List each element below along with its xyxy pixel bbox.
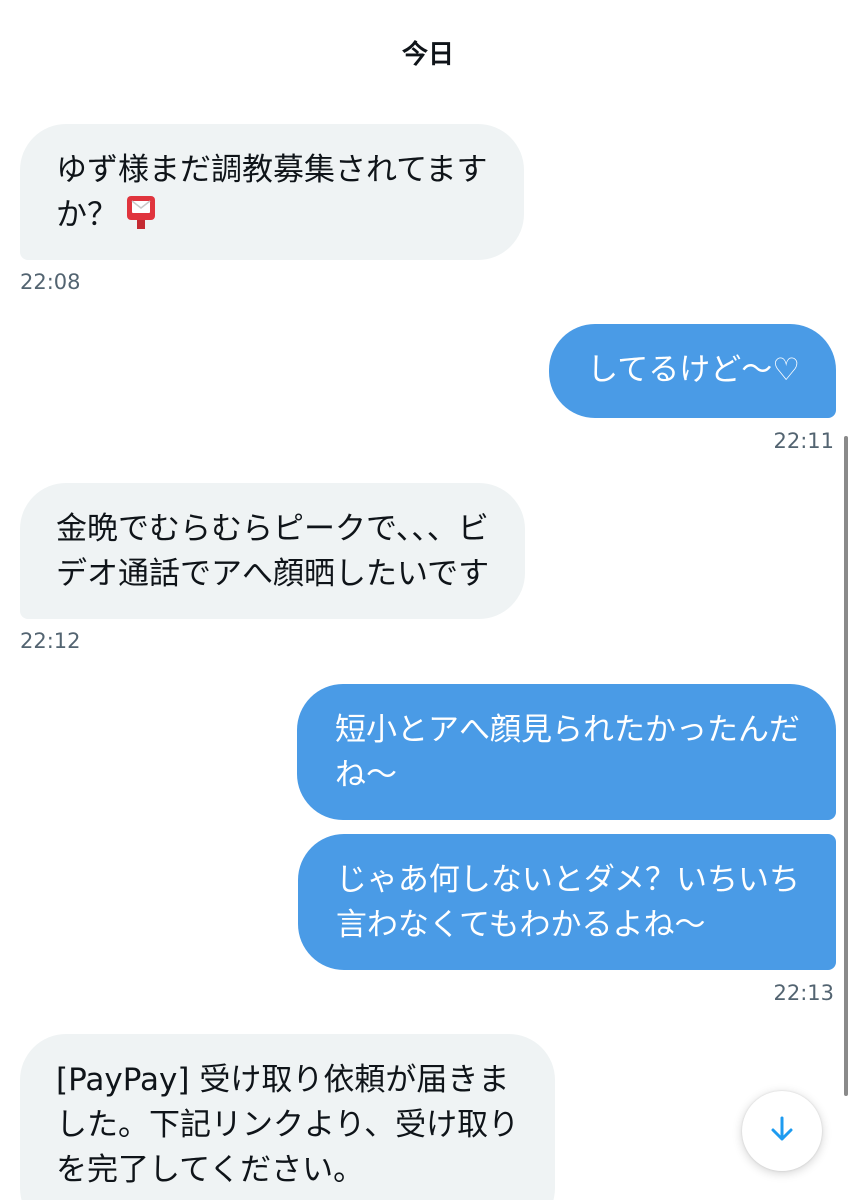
message-timestamp: 22:08 xyxy=(20,270,81,294)
message-bubble-received[interactable]: [PayPay] 受け取り依頼が届きま した。下記リンクより、受け取り を完了し… xyxy=(20,1034,556,1200)
message-text-line: 短小とアへ顔見られたかったんだ xyxy=(335,712,800,748)
message-text-line: ね〜 xyxy=(335,757,397,793)
message-text-line: した。下記リンクより、受け取り xyxy=(56,1107,520,1143)
message-text-line: [PayPay] 受け取り依頼が届きま xyxy=(56,1062,510,1098)
message-text-line: 金晩でむらむらピークで、、、ビ xyxy=(56,511,489,547)
message-bubble-sent[interactable]: 短小とアへ顔見られたかったんだ ね〜 xyxy=(297,684,836,820)
message-text-line: を完了してください。 xyxy=(56,1152,365,1188)
message-text-line: ゆず様まだ調教募集されてます xyxy=(56,152,488,188)
dm-conversation: 今日 ゆず様まだ調教募集されてます か？ 22:08 してるけど〜♡ 22:11… xyxy=(0,0,856,1200)
message-timestamp: 22:11 xyxy=(773,429,834,453)
message-text-line: か？ xyxy=(56,193,488,244)
message-bubble-received[interactable]: 金晩でむらむらピークで、、、ビ デオ通話でアへ顔晒したいです xyxy=(20,483,526,619)
message-text-line: じゃあ何しないとダメ？いちいち xyxy=(335,862,800,898)
message-text-line: デオ通話でアへ顔晒したいです xyxy=(56,556,490,592)
arrow-down-icon xyxy=(769,1115,795,1147)
postbox-icon xyxy=(124,195,158,244)
message-timestamp: 22:12 xyxy=(20,629,81,653)
message-bubble-received[interactable]: ゆず様まだ調教募集されてます か？ xyxy=(20,124,524,260)
message-timestamp: 22:13 xyxy=(773,981,834,1005)
scrollbar[interactable] xyxy=(844,436,848,1096)
message-bubble-sent[interactable]: してるけど〜♡ xyxy=(549,324,836,418)
message-bubble-sent[interactable]: じゃあ何しないとダメ？いちいち 言わなくてもわかるよね〜 xyxy=(297,834,836,970)
message-text-line: 言わなくてもわかるよね〜 xyxy=(335,907,706,943)
date-header: 今日 xyxy=(401,40,454,70)
message-text-line: してるけど〜♡ xyxy=(587,352,800,388)
scroll-to-bottom-button[interactable] xyxy=(742,1091,822,1171)
